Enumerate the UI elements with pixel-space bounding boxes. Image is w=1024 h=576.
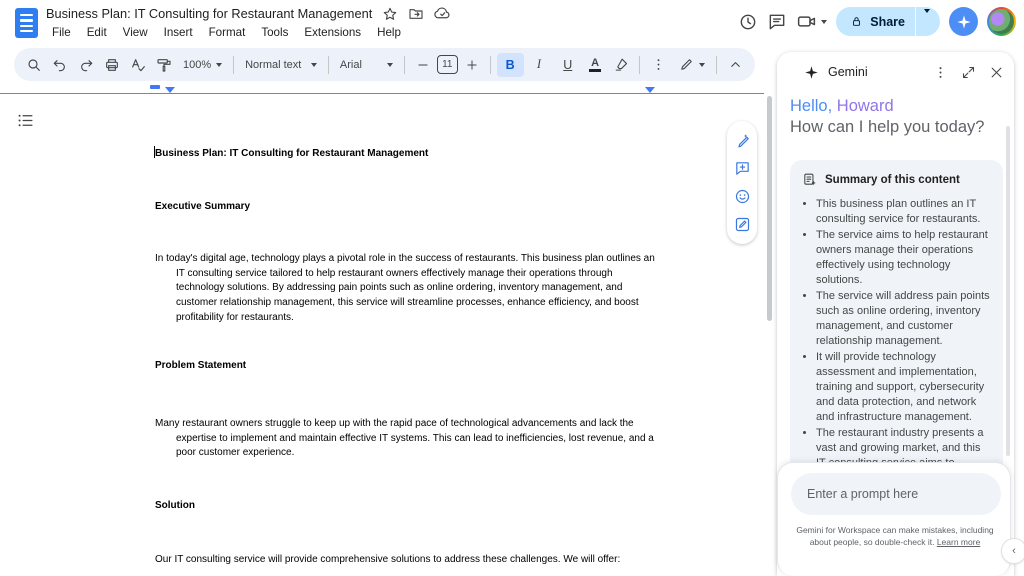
disclaimer-text: Gemini for Workspace can make mistakes, … <box>790 525 1000 548</box>
document-scrollbar[interactable] <box>767 96 772 321</box>
formatting-toolbar: 100% Normal text Arial 11 B I U A <box>14 48 755 81</box>
print-icon[interactable] <box>100 53 124 77</box>
summary-bullet: This business plan outlines an IT consul… <box>816 197 991 227</box>
version-history-icon[interactable] <box>738 12 758 32</box>
document-title[interactable]: Business Plan: IT Consulting for Restaur… <box>46 6 372 21</box>
gemini-side-panel: Gemini Hello, Howard How can I help you … <box>777 52 1014 576</box>
suggest-edits-icon[interactable] <box>734 216 751 233</box>
menu-file[interactable]: File <box>46 25 77 40</box>
summarize-doc-icon <box>802 172 817 187</box>
cloud-status-icon[interactable] <box>434 5 451 22</box>
pencil-icon <box>679 57 694 72</box>
hide-menus-chevron-icon[interactable] <box>723 53 747 77</box>
account-avatar[interactable] <box>987 7 1016 36</box>
share-dropdown-caret[interactable] <box>916 13 940 31</box>
font-size-input[interactable]: 11 <box>437 55 458 74</box>
meet-video-icon[interactable] <box>796 11 827 32</box>
increase-font-size-button[interactable] <box>460 53 484 77</box>
emoji-reaction-icon[interactable] <box>734 188 751 205</box>
highlight-color-icon[interactable] <box>609 53 633 77</box>
doc-heading-executive-summary[interactable]: Executive Summary <box>155 200 657 215</box>
google-docs-app: Business Plan: IT Consulting for Restaur… <box>0 0 1024 576</box>
prompt-area: Gemini for Workspace can make mistakes, … <box>777 462 1011 576</box>
paint-format-icon[interactable] <box>152 53 176 77</box>
ruler-first-line-indent-marker[interactable] <box>150 85 160 89</box>
font-family-select[interactable]: Arial <box>335 59 398 71</box>
star-icon[interactable] <box>382 6 398 22</box>
paragraph-style-select[interactable]: Normal text <box>240 59 322 71</box>
share-button[interactable]: Share <box>836 7 940 36</box>
panel-expand-icon[interactable] <box>961 65 976 80</box>
editing-mode-select[interactable] <box>674 57 710 72</box>
panel-scrollbar[interactable] <box>1006 126 1010 456</box>
summary-card: Summary of this content This business pl… <box>790 160 1003 476</box>
italic-button[interactable]: I <box>526 53 553 77</box>
collapse-panel-button[interactable]: ‹ <box>1001 538 1024 564</box>
help-me-write-icon[interactable] <box>734 132 751 149</box>
zoom-select[interactable]: 100% <box>178 59 227 71</box>
menu-help[interactable]: Help <box>371 25 407 40</box>
doc-paragraph-solution[interactable]: Our IT consulting service will provide c… <box>155 553 657 568</box>
app-header: Business Plan: IT Consulting for Restaur… <box>0 0 1024 46</box>
gemini-greeting: Hello, Howard How can I help you today? <box>790 96 984 138</box>
panel-close-icon[interactable] <box>989 65 1004 80</box>
menu-tools[interactable]: Tools <box>255 25 294 40</box>
learn-more-link[interactable]: Learn more <box>937 537 980 547</box>
google-docs-logo-icon[interactable] <box>15 8 38 38</box>
menu-format[interactable]: Format <box>203 25 252 40</box>
text-color-button[interactable]: A <box>583 53 607 77</box>
lock-icon <box>850 15 863 28</box>
menu-extensions[interactable]: Extensions <box>298 25 367 40</box>
doc-heading-solution[interactable]: Solution <box>155 499 657 514</box>
summary-bullet: It will provide technology assessment an… <box>816 350 991 425</box>
summary-bullet-list: This business plan outlines an IT consul… <box>816 197 991 471</box>
comments-icon[interactable] <box>767 12 787 32</box>
decrease-font-size-button[interactable] <box>411 53 435 77</box>
floating-action-toolbar <box>727 121 757 244</box>
prompt-input[interactable] <box>791 473 1001 515</box>
move-folder-icon[interactable] <box>408 6 424 22</box>
panel-title: Gemini <box>828 65 868 79</box>
spell-check-icon[interactable] <box>126 53 150 77</box>
share-label: Share <box>870 15 905 29</box>
gemini-sparkle-icon <box>804 65 819 80</box>
menu-view[interactable]: View <box>117 25 154 40</box>
search-menus-icon[interactable] <box>22 53 46 77</box>
menu-edit[interactable]: Edit <box>81 25 113 40</box>
bold-button[interactable]: B <box>497 53 524 77</box>
redo-icon[interactable] <box>74 53 98 77</box>
doc-paragraph-problem-statement[interactable]: Many restaurant owners struggle to keep … <box>155 417 657 461</box>
ruler <box>0 93 764 94</box>
show-document-outline-icon[interactable] <box>16 111 35 130</box>
doc-heading-problem-statement[interactable]: Problem Statement <box>155 359 657 374</box>
meet-dropdown-caret[interactable] <box>821 20 827 27</box>
doc-paragraph-executive-summary[interactable]: In today's digital age, technology plays… <box>155 252 657 326</box>
underline-button[interactable]: U <box>554 53 581 77</box>
more-options-icon[interactable] <box>646 53 670 77</box>
panel-more-options-icon[interactable] <box>933 65 948 80</box>
gemini-spark-button[interactable] <box>949 7 978 36</box>
summary-bullet: The service aims to help restaurant owne… <box>816 228 991 288</box>
doc-heading-title[interactable]: Business Plan: IT Consulting for Restaur… <box>155 147 657 162</box>
summary-bullet: The service will address pain points suc… <box>816 289 991 349</box>
undo-icon[interactable] <box>48 53 72 77</box>
summary-title: Summary of this content <box>825 174 960 186</box>
menu-bar: File Edit View Insert Format Tools Exten… <box>46 25 451 40</box>
add-comment-icon[interactable] <box>734 160 751 177</box>
menu-insert[interactable]: Insert <box>158 25 199 40</box>
